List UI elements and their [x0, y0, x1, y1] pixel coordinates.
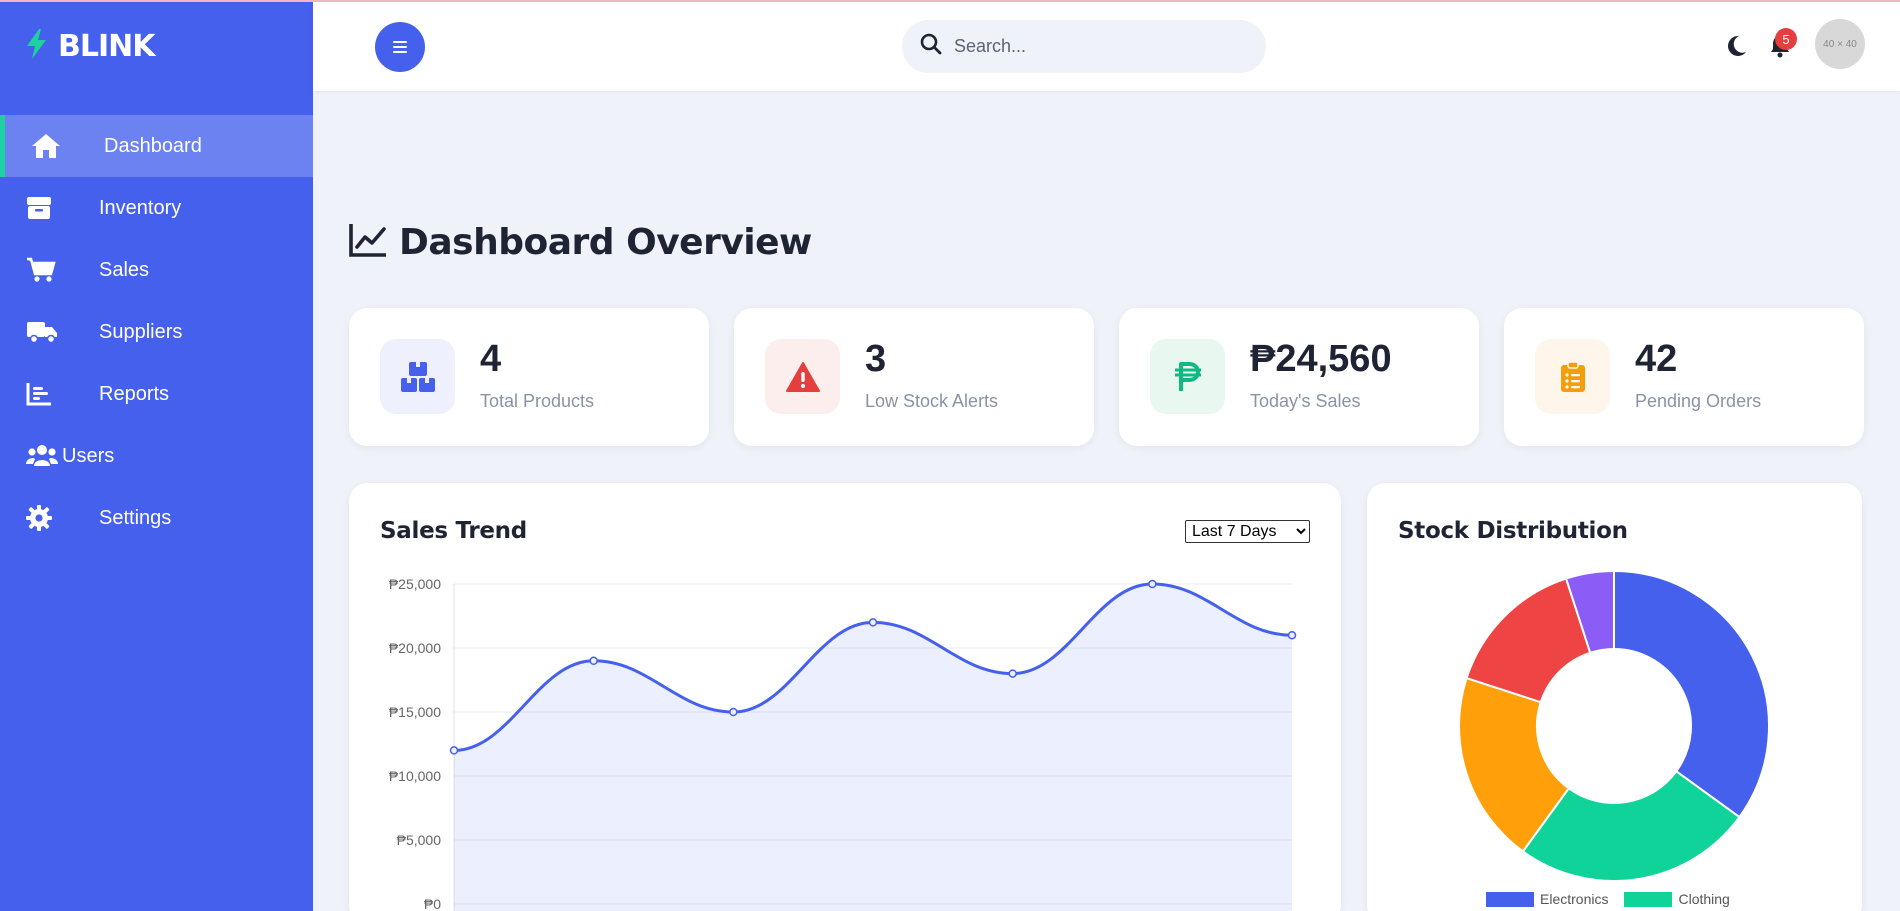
chart-legend: Electronics Clothing: [1486, 891, 1738, 907]
sidebar-item-label: Settings: [99, 506, 172, 529]
avatar[interactable]: 40 × 40: [1815, 19, 1865, 69]
clipboard-icon: [1535, 339, 1610, 414]
stat-card-pending-orders: 42 Pending Orders: [1504, 308, 1864, 446]
box-icon: [26, 193, 60, 223]
dark-mode-toggle-icon[interactable]: [1725, 34, 1747, 63]
legend-swatch: [1624, 891, 1673, 907]
pie-slice[interactable]: [1613, 569, 1770, 819]
data-point[interactable]: [868, 618, 878, 627]
stat-value: 4: [480, 338, 502, 380]
peso-icon: [1150, 339, 1225, 414]
sidebar-item-settings[interactable]: Settings: [0, 487, 313, 549]
legend-swatch: [1486, 891, 1534, 907]
sidebar-item-reports[interactable]: Reports: [0, 363, 313, 425]
stat-label: Today's Sales: [1250, 391, 1361, 411]
cart-icon: [26, 255, 60, 285]
sales-trend-card: Sales Trend Last 7 Days ₱0 ₱5,000 ₱10,000 ₱…: [349, 483, 1341, 911]
brand-name: BLINK: [58, 29, 155, 64]
stat-card-low-stock: 3 Low Stock Alerts: [734, 308, 1094, 446]
sidebar-item-label: Suppliers: [99, 320, 183, 343]
stat-label: Pending Orders: [1635, 391, 1762, 411]
y-tick-label: ₱20,000: [389, 640, 441, 656]
page-title-text: Dashboard Overview: [399, 222, 812, 263]
sidebar-item-label: Sales: [99, 258, 150, 281]
search-icon: [920, 33, 942, 60]
stat-card-todays-sales: ₱24,560 Today's Sales: [1119, 308, 1479, 446]
sidebar: BLINK Dashboard Inventory Sales Supplier…: [0, 0, 313, 911]
warning-icon: [765, 339, 840, 414]
search-box[interactable]: [902, 20, 1266, 73]
data-point[interactable]: [589, 656, 598, 666]
legend-label: Clothing: [1678, 891, 1730, 907]
y-tick-label: ₱10,000: [389, 768, 441, 784]
data-point[interactable]: [729, 707, 738, 717]
sidebar-item-label: Users: [62, 444, 115, 467]
data-point[interactable]: [1148, 579, 1157, 589]
home-icon: [31, 131, 65, 161]
stat-label: Total Products: [480, 391, 595, 411]
stat-value: 42: [1635, 338, 1678, 380]
sidebar-item-label: Dashboard: [104, 134, 202, 157]
hamburger-icon: [393, 41, 407, 53]
data-point[interactable]: [1287, 630, 1297, 640]
top-header: 5 40 × 40: [313, 2, 1900, 91]
sales-trend-chart: ₱0 ₱5,000 ₱10,000 ₱15,000 ₱20,000 ₱25,000: [389, 576, 1297, 911]
y-tick-label: ₱25,000: [389, 576, 441, 592]
stat-card-total-products: 4 Total Products: [349, 308, 709, 446]
sidebar-item-label: Inventory: [99, 196, 182, 219]
sidebar-item-sales[interactable]: Sales: [0, 239, 313, 301]
y-tick-label: ₱0: [424, 896, 441, 911]
data-point[interactable]: [449, 746, 459, 755]
stock-distribution-chart: [1458, 569, 1770, 882]
stock-distribution-card: Stock Distribution Electronics Clothing: [1367, 483, 1862, 911]
sidebar-item-suppliers[interactable]: Suppliers: [0, 301, 313, 363]
stat-value: 3: [865, 338, 887, 380]
legend-item-clothing[interactable]: Clothing: [1624, 891, 1730, 907]
legend-label: Electronics: [1540, 891, 1609, 907]
line-chart-icon: [349, 223, 387, 262]
menu-toggle-button[interactable]: [375, 22, 425, 72]
truck-icon: [26, 317, 60, 347]
search-input[interactable]: [954, 36, 1234, 57]
sidebar-item-inventory[interactable]: Inventory: [0, 177, 313, 239]
sidebar-item-dashboard[interactable]: Dashboard: [0, 115, 313, 177]
data-point[interactable]: [1008, 669, 1017, 678]
y-tick-label: ₱5,000: [397, 832, 442, 848]
chart-bar-icon: [26, 379, 60, 409]
y-tick-label: ₱15,000: [389, 704, 441, 720]
page-title: Dashboard Overview: [349, 222, 812, 263]
legend-item-electronics[interactable]: Electronics: [1486, 891, 1608, 907]
brand[interactable]: BLINK: [24, 28, 155, 65]
stat-label: Low Stock Alerts: [865, 391, 999, 411]
users-icon: [26, 441, 60, 471]
sidebar-item-label: Reports: [99, 382, 170, 405]
sidebar-item-users[interactable]: Users: [0, 425, 313, 487]
notification-badge: 5: [1775, 28, 1797, 50]
line-area-fill: [454, 584, 1292, 911]
stat-value: ₱24,560: [1250, 338, 1392, 380]
top-accent-line: [0, 0, 1900, 2]
boxes-icon: [380, 339, 455, 414]
lightning-icon: [24, 28, 50, 65]
gear-icon: [26, 503, 60, 533]
sidebar-nav: Dashboard Inventory Sales Suppliers Repo…: [0, 115, 313, 549]
